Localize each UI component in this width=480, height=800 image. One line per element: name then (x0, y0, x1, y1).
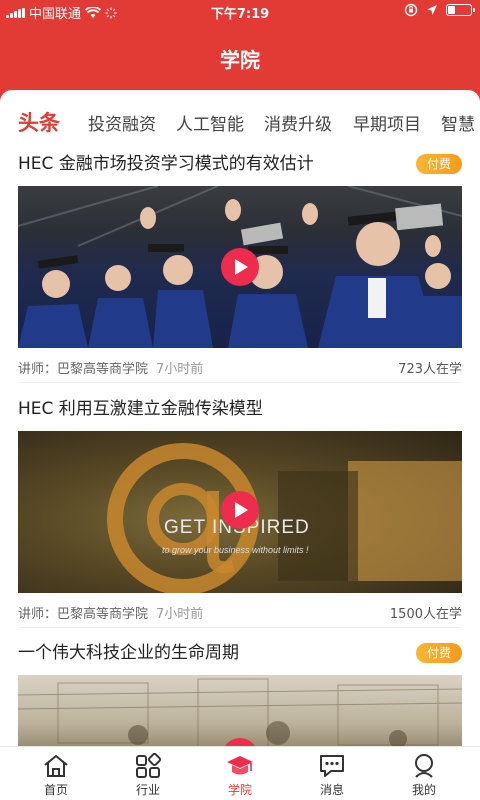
paid-badge: 付费 (416, 154, 462, 174)
tabbar-label: 行业 (135, 783, 160, 797)
rotation-lock-icon (404, 3, 418, 17)
message-icon (320, 755, 344, 777)
tab-early-projects[interactable]: 早期项目 (353, 110, 421, 135)
article-meta: 讲师：巴黎高等商学院 7小时前 1500人在学 (18, 603, 462, 622)
tabbar-label: 学院 (227, 783, 252, 797)
tab-consumption[interactable]: 消费升级 (264, 110, 332, 135)
divider (18, 627, 462, 628)
article-card[interactable]: HEC 利用互激建立金融传染模型 GET INSPIRED to grow yo… (18, 397, 462, 629)
tab-smart[interactable]: 智慧 (441, 110, 475, 135)
article-title[interactable]: HEC 利用互激建立金融传染模型 (18, 397, 462, 421)
learner-count: 723人在学 (398, 362, 462, 377)
article-card[interactable]: HEC 金融市场投资学习模式的有效估计 付费 讲师：巴黎高等商学院 7小时前 7… (18, 152, 462, 384)
publish-time: 7小时前 (156, 607, 204, 622)
tabbar-label: 消息 (319, 783, 344, 797)
divider (18, 382, 462, 383)
tabbar-label: 首页 (43, 783, 68, 797)
grid-icon (136, 753, 162, 778)
article-thumbnail[interactable]: GET INSPIRED to grow your business witho… (18, 431, 462, 593)
tabbar-home[interactable]: 首页 (8, 747, 104, 800)
battery-icon (446, 4, 475, 16)
tabbar-profile[interactable]: 我的 (376, 747, 472, 800)
vintage-photo (18, 678, 462, 746)
graduation-cap-icon (227, 756, 253, 775)
tab-headlines[interactable]: 头条 (18, 107, 60, 137)
play-button[interactable] (221, 248, 259, 286)
image-subtext: to grow your business without limits ! (162, 545, 309, 555)
lecturer-label: 讲师：巴黎高等商学院 (18, 362, 149, 377)
home-icon (44, 755, 68, 777)
status-bar: 中国联通 下午7:19 (0, 0, 480, 24)
tab-investment[interactable]: 投资融资 (88, 110, 156, 135)
category-tabs: 头条 投资融资 人工智能 消费升级 早期项目 智慧 (0, 90, 480, 152)
article-thumbnail[interactable] (18, 675, 462, 746)
user-icon (415, 754, 433, 778)
tabbar-academy[interactable]: 学院 (192, 747, 288, 800)
content-panel: 头条 投资融资 人工智能 消费升级 早期项目 智慧 HEC 金融市场投资学习模式… (0, 90, 480, 746)
tabbar-messages[interactable]: 消息 (284, 747, 380, 800)
learner-count: 1500人在学 (389, 607, 462, 622)
bottom-tab-bar: 首页 行业 学院 消息 我的 (0, 746, 480, 800)
page-title: 学院 (220, 48, 260, 72)
tabbar-label: 我的 (411, 783, 436, 797)
location-icon (427, 5, 437, 15)
paid-badge: 付费 (416, 643, 462, 663)
tab-ai[interactable]: 人工智能 (176, 110, 244, 135)
publish-time: 7小时前 (156, 362, 204, 377)
article-title[interactable]: HEC 金融市场投资学习模式的有效估计 (18, 152, 462, 176)
tabbar-industry[interactable]: 行业 (100, 747, 196, 800)
play-button[interactable] (221, 491, 259, 529)
article-thumbnail[interactable] (18, 186, 462, 348)
article-meta: 讲师：巴黎高等商学院 7小时前 723人在学 (18, 358, 462, 377)
article-title[interactable]: 一个伟大科技企业的生命周期 (18, 641, 462, 665)
lecturer-label: 讲师：巴黎高等商学院 (18, 607, 149, 622)
article-card[interactable]: 一个伟大科技企业的生命周期 付费 (18, 641, 462, 746)
